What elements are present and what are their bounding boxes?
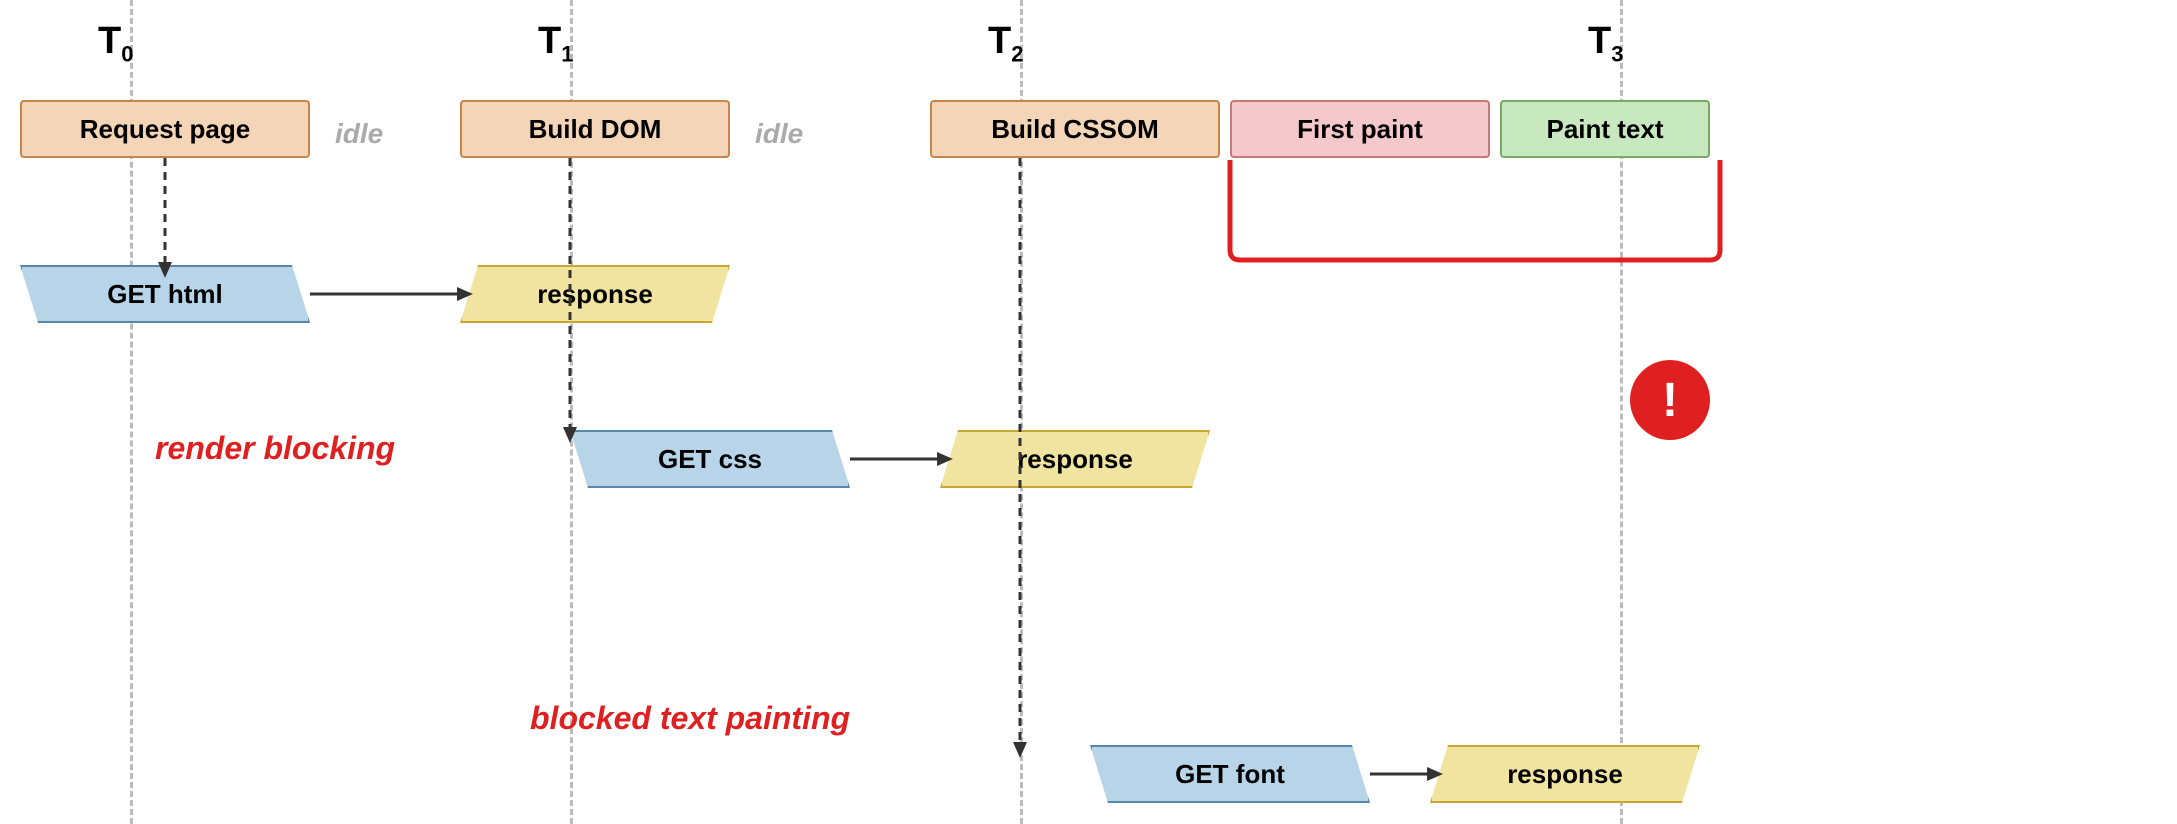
build-dom-box: Build DOM	[460, 100, 730, 158]
request-page-box: Request page	[20, 100, 310, 158]
idle-label-1: idle	[335, 118, 383, 150]
diagram: T0 T1 T2 T3 Request page idle Build DOM …	[0, 0, 2177, 824]
paint-text-box: Paint text	[1500, 100, 1710, 158]
response-html-box: response	[460, 265, 730, 323]
get-css-box: GET css	[570, 430, 850, 488]
get-html-box: GET html	[20, 265, 310, 323]
blocked-text-painting-label: blocked text painting	[530, 700, 850, 737]
time-label-t3: T3	[1588, 20, 1623, 68]
first-paint-box: First paint	[1230, 100, 1490, 158]
build-cssom-box: Build CSSOM	[930, 100, 1220, 158]
error-circle: !	[1630, 360, 1710, 440]
idle-label-2: idle	[755, 118, 803, 150]
response-font-box: response	[1430, 745, 1700, 803]
time-label-t0: T0	[98, 20, 133, 68]
time-label-t1: T1	[538, 20, 573, 68]
get-font-box: GET font	[1090, 745, 1370, 803]
render-blocking-label: render blocking	[155, 430, 395, 467]
response-css-box: response	[940, 430, 1210, 488]
time-label-t2: T2	[988, 20, 1023, 68]
